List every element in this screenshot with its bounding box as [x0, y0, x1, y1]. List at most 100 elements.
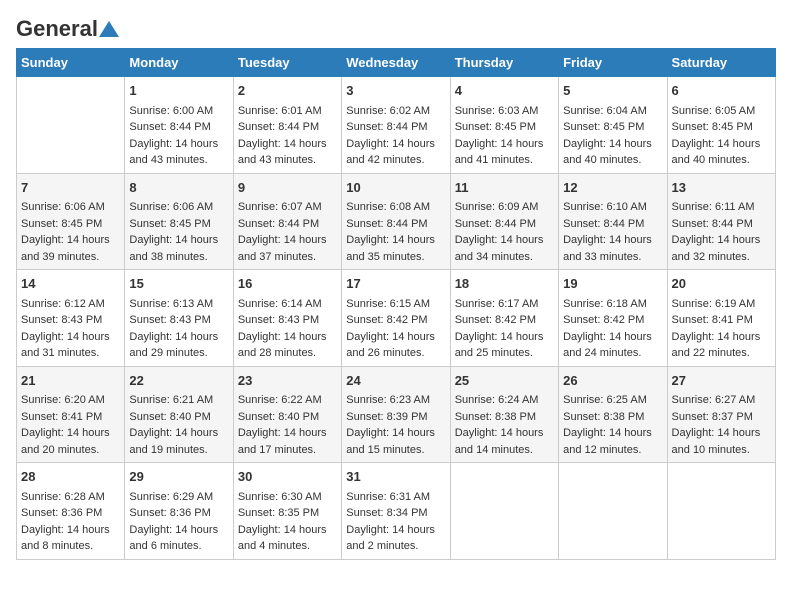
day-info: Daylight: 14 hours — [346, 232, 445, 249]
calendar-cell: 2Sunrise: 6:01 AMSunset: 8:44 PMDaylight… — [233, 77, 341, 174]
day-info: and 39 minutes. — [21, 249, 120, 266]
day-info: Sunrise: 6:07 AM — [238, 199, 337, 216]
day-number: 3 — [346, 81, 445, 101]
day-info: Sunset: 8:37 PM — [672, 409, 771, 426]
day-number: 16 — [238, 274, 337, 294]
day-info: Sunset: 8:41 PM — [672, 312, 771, 329]
day-info: Sunset: 8:43 PM — [238, 312, 337, 329]
day-info: Daylight: 14 hours — [563, 425, 662, 442]
day-info: and 37 minutes. — [238, 249, 337, 266]
day-info: and 12 minutes. — [563, 442, 662, 459]
day-info: Sunset: 8:43 PM — [21, 312, 120, 329]
calendar-cell: 30Sunrise: 6:30 AMSunset: 8:35 PMDayligh… — [233, 463, 341, 560]
day-info: and 6 minutes. — [129, 538, 228, 555]
logo: General — [16, 16, 119, 36]
day-info: Daylight: 14 hours — [455, 329, 554, 346]
day-info: Sunset: 8:42 PM — [455, 312, 554, 329]
day-info: Sunset: 8:38 PM — [455, 409, 554, 426]
day-info: Sunset: 8:45 PM — [129, 216, 228, 233]
day-info: and 42 minutes. — [346, 152, 445, 169]
day-number: 28 — [21, 467, 120, 487]
day-info: Sunrise: 6:18 AM — [563, 296, 662, 313]
day-info: Sunrise: 6:08 AM — [346, 199, 445, 216]
calendar-cell: 8Sunrise: 6:06 AMSunset: 8:45 PMDaylight… — [125, 173, 233, 270]
day-info: and 41 minutes. — [455, 152, 554, 169]
day-info: Daylight: 14 hours — [238, 329, 337, 346]
day-info: Daylight: 14 hours — [21, 522, 120, 539]
day-number: 14 — [21, 274, 120, 294]
day-info: Daylight: 14 hours — [238, 232, 337, 249]
day-number: 23 — [238, 371, 337, 391]
day-info: Sunset: 8:42 PM — [563, 312, 662, 329]
day-number: 9 — [238, 178, 337, 198]
day-info: Sunrise: 6:11 AM — [672, 199, 771, 216]
day-info: Sunrise: 6:25 AM — [563, 392, 662, 409]
day-number: 18 — [455, 274, 554, 294]
day-info: Daylight: 14 hours — [672, 329, 771, 346]
header-saturday: Saturday — [667, 49, 775, 77]
logo-general: General — [16, 16, 98, 42]
day-info: Daylight: 14 hours — [238, 522, 337, 539]
day-info: Sunset: 8:36 PM — [21, 505, 120, 522]
day-info: and 40 minutes. — [672, 152, 771, 169]
day-info: and 29 minutes. — [129, 345, 228, 362]
day-info: Sunset: 8:45 PM — [455, 119, 554, 136]
calendar-cell: 7Sunrise: 6:06 AMSunset: 8:45 PMDaylight… — [17, 173, 125, 270]
header-friday: Friday — [559, 49, 667, 77]
calendar-cell: 28Sunrise: 6:28 AMSunset: 8:36 PMDayligh… — [17, 463, 125, 560]
calendar-cell: 16Sunrise: 6:14 AMSunset: 8:43 PMDayligh… — [233, 270, 341, 367]
day-info: Daylight: 14 hours — [672, 232, 771, 249]
day-info: Sunrise: 6:17 AM — [455, 296, 554, 313]
day-info: Sunrise: 6:23 AM — [346, 392, 445, 409]
day-info: Sunset: 8:45 PM — [672, 119, 771, 136]
calendar-cell: 25Sunrise: 6:24 AMSunset: 8:38 PMDayligh… — [450, 366, 558, 463]
calendar-cell: 31Sunrise: 6:31 AMSunset: 8:34 PMDayligh… — [342, 463, 450, 560]
calendar-cell: 10Sunrise: 6:08 AMSunset: 8:44 PMDayligh… — [342, 173, 450, 270]
day-info: Sunrise: 6:00 AM — [129, 103, 228, 120]
day-info: Sunset: 8:36 PM — [129, 505, 228, 522]
day-info: Sunrise: 6:10 AM — [563, 199, 662, 216]
calendar-cell — [450, 463, 558, 560]
day-info: Sunset: 8:43 PM — [129, 312, 228, 329]
day-info: Sunset: 8:44 PM — [672, 216, 771, 233]
day-info: Sunrise: 6:02 AM — [346, 103, 445, 120]
day-info: Daylight: 14 hours — [129, 425, 228, 442]
calendar-cell: 29Sunrise: 6:29 AMSunset: 8:36 PMDayligh… — [125, 463, 233, 560]
day-info: Sunset: 8:42 PM — [346, 312, 445, 329]
day-info: Sunrise: 6:24 AM — [455, 392, 554, 409]
day-info: and 4 minutes. — [238, 538, 337, 555]
day-info: Daylight: 14 hours — [455, 425, 554, 442]
day-info: and 2 minutes. — [346, 538, 445, 555]
day-number: 20 — [672, 274, 771, 294]
day-number: 2 — [238, 81, 337, 101]
calendar-cell: 11Sunrise: 6:09 AMSunset: 8:44 PMDayligh… — [450, 173, 558, 270]
day-info: Sunrise: 6:13 AM — [129, 296, 228, 313]
day-info: Sunset: 8:40 PM — [238, 409, 337, 426]
day-number: 1 — [129, 81, 228, 101]
day-info: Sunrise: 6:31 AM — [346, 489, 445, 506]
day-info: Sunset: 8:44 PM — [129, 119, 228, 136]
header-thursday: Thursday — [450, 49, 558, 77]
day-info: and 20 minutes. — [21, 442, 120, 459]
calendar-cell: 12Sunrise: 6:10 AMSunset: 8:44 PMDayligh… — [559, 173, 667, 270]
day-info: Sunrise: 6:30 AM — [238, 489, 337, 506]
day-info: Sunset: 8:41 PM — [21, 409, 120, 426]
calendar-header-row: SundayMondayTuesdayWednesdayThursdayFrid… — [17, 49, 776, 77]
day-info: and 31 minutes. — [21, 345, 120, 362]
day-number: 29 — [129, 467, 228, 487]
page-header: General — [16, 16, 776, 36]
day-info: Daylight: 14 hours — [672, 136, 771, 153]
day-number: 25 — [455, 371, 554, 391]
calendar-cell: 6Sunrise: 6:05 AMSunset: 8:45 PMDaylight… — [667, 77, 775, 174]
calendar-cell: 24Sunrise: 6:23 AMSunset: 8:39 PMDayligh… — [342, 366, 450, 463]
day-info: Sunrise: 6:09 AM — [455, 199, 554, 216]
day-info: Sunset: 8:34 PM — [346, 505, 445, 522]
day-info: Sunrise: 6:12 AM — [21, 296, 120, 313]
day-info: and 40 minutes. — [563, 152, 662, 169]
day-info: Daylight: 14 hours — [563, 232, 662, 249]
calendar-week-0: 1 Sunrise: 6:00 AMSunset: 8:44 PM Daylight… — [17, 77, 776, 174]
calendar-cell — [667, 463, 775, 560]
day-info: Sunrise: 6:04 AM — [563, 103, 662, 120]
day-info: Sunrise: 6:20 AM — [21, 392, 120, 409]
calendar-cell: 27Sunrise: 6:27 AMSunset: 8:37 PMDayligh… — [667, 366, 775, 463]
